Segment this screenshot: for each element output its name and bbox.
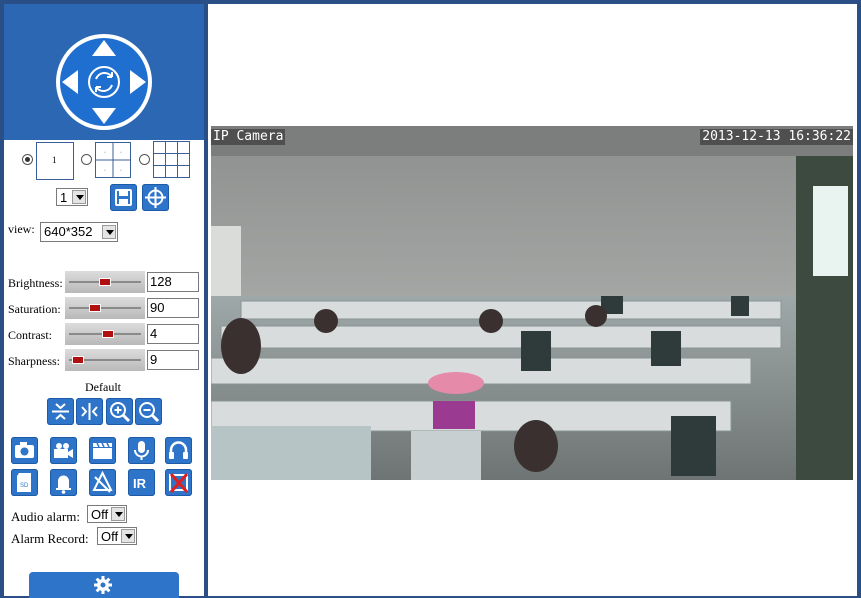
svg-text:SD: SD <box>20 483 29 489</box>
saturation-value[interactable]: 90 <box>147 298 199 318</box>
clapperboard-icon <box>93 442 112 459</box>
bell-icon <box>56 475 71 494</box>
alarm-record-value: Off <box>101 529 119 544</box>
default-button[interactable]: Default <box>85 380 121 395</box>
listen-button[interactable] <box>165 437 192 464</box>
settings-button[interactable] <box>29 572 179 598</box>
zoom-in-icon <box>110 402 131 423</box>
svg-text:·: · <box>104 150 106 156</box>
flip-vertical-icon <box>52 403 69 420</box>
headphones-icon <box>169 441 188 459</box>
chevron-down-icon <box>111 507 125 521</box>
layout-quad-icon: · · · · <box>95 142 131 178</box>
gear-icon <box>94 576 112 594</box>
view-resolution-value: 640*352 <box>44 224 93 239</box>
ir-icon: IR <box>133 476 147 491</box>
preset-value: 1 <box>60 190 68 205</box>
saturation-slider[interactable] <box>65 297 145 319</box>
motion-alarm-icon <box>92 470 113 493</box>
contrast-label: Contrast: <box>8 328 52 342</box>
osd-title: IP Camera <box>211 129 286 145</box>
camera-icon <box>15 442 34 458</box>
video-frame <box>211 126 853 480</box>
alarm-record-label: Alarm Record: <box>11 531 89 546</box>
audio-alarm-label: Audio alarm: <box>11 509 80 524</box>
ir-off-button[interactable] <box>165 469 192 496</box>
sharpness-slider-thumb[interactable] <box>72 356 84 364</box>
sharpness-value[interactable]: 9 <box>147 350 199 370</box>
sd-card-button[interactable]: SD <box>11 469 38 496</box>
view-label: view: <box>8 222 35 236</box>
flip-button[interactable] <box>47 398 74 425</box>
snapshot-button[interactable] <box>11 437 38 464</box>
talk-button[interactable] <box>128 437 155 464</box>
sd-card-icon: SD <box>17 473 31 492</box>
layout-single-label: 1 <box>52 155 57 165</box>
playback-button[interactable] <box>89 437 116 464</box>
svg-text:·: · <box>104 168 106 174</box>
brightness-value[interactable]: 128 <box>147 272 199 292</box>
ptz-panel <box>4 4 204 140</box>
ir-button[interactable]: IR <box>128 469 155 496</box>
goto-preset-button[interactable] <box>142 184 169 211</box>
sharpness-slider[interactable] <box>65 349 145 371</box>
alarm-record-select[interactable]: Off <box>97 527 137 545</box>
ir-off-icon <box>169 473 189 493</box>
record-button[interactable] <box>50 437 77 464</box>
crosshair-icon <box>145 187 166 208</box>
layout-quad-radio[interactable] <box>81 154 92 165</box>
layout-nine-radio[interactable] <box>139 154 150 165</box>
preset-select[interactable]: 1 <box>56 188 88 206</box>
svg-text:·: · <box>120 150 122 156</box>
alarm-button[interactable] <box>50 469 77 496</box>
chevron-down-icon <box>102 225 116 239</box>
svg-text:·: · <box>120 168 122 174</box>
microphone-icon <box>134 441 149 460</box>
brightness-label: Brightness: <box>8 276 63 290</box>
ptz-joystick[interactable] <box>54 32 154 132</box>
brightness-slider-thumb[interactable] <box>99 278 111 286</box>
control-sidebar: 1 · · · · 1 view: 640*352 Brightness: 12… <box>4 4 204 598</box>
zoom-out-icon <box>139 402 160 423</box>
mirror-button[interactable] <box>76 398 103 425</box>
chevron-down-icon <box>72 190 86 204</box>
osd-timestamp: 2013-12-13 16:36:22 <box>700 129 853 145</box>
brightness-slider[interactable] <box>65 271 145 293</box>
sharpness-label: Sharpness: <box>8 354 60 368</box>
saturation-label: Saturation: <box>8 302 61 316</box>
save-preset-button[interactable] <box>110 184 137 211</box>
svg-text:IR: IR <box>133 476 147 491</box>
chevron-down-icon <box>121 529 135 543</box>
live-video[interactable]: IP Camera 2013-12-13 16:36:22 <box>211 126 853 480</box>
save-icon <box>115 189 132 206</box>
audio-alarm-select[interactable]: Off <box>87 505 127 523</box>
saturation-slider-thumb[interactable] <box>89 304 101 312</box>
contrast-value[interactable]: 4 <box>147 324 199 344</box>
audio-alarm-value: Off <box>91 507 109 522</box>
mirror-horizontal-icon <box>81 403 98 420</box>
zoom-out-button[interactable] <box>135 398 162 425</box>
layout-single-radio[interactable] <box>22 154 33 165</box>
motion-detect-button[interactable] <box>89 469 116 496</box>
main-view-panel: IP Camera 2013-12-13 16:36:22 <box>208 4 857 596</box>
layout-single-icon: 1 <box>36 142 74 180</box>
view-resolution-select[interactable]: 640*352 <box>40 222 118 242</box>
contrast-slider[interactable] <box>65 323 145 345</box>
contrast-slider-thumb[interactable] <box>102 330 114 338</box>
video-camera-icon <box>54 443 73 458</box>
zoom-in-button[interactable] <box>106 398 133 425</box>
layout-nine-icon <box>153 141 190 178</box>
